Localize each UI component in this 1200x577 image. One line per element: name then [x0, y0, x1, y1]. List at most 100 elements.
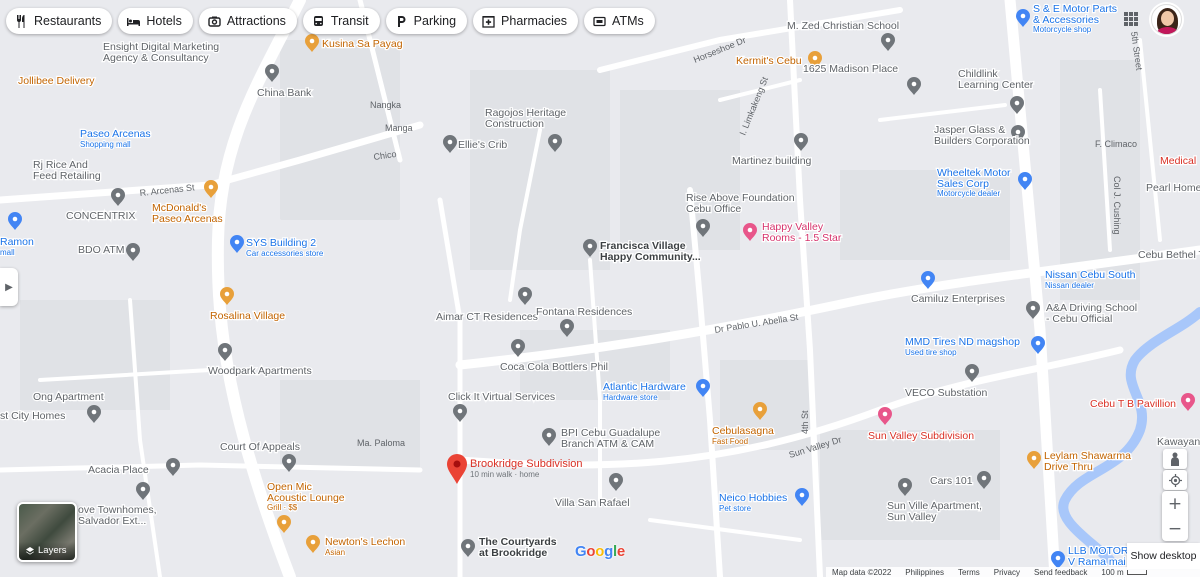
- map-data-credit: Map data ©2022: [832, 567, 892, 577]
- poi-marker[interactable]: Francisca VillageHappy Community...: [583, 239, 702, 264]
- poi-label-line2: at Brookridge: [479, 547, 547, 559]
- poi-label-line2: Sun Valley: [887, 511, 937, 523]
- map-canvas[interactable]: Horseshoe Dr Nangka Manga Chico R. Arcen…: [0, 0, 1200, 577]
- poi-label: M. Zed Christian School: [787, 20, 899, 32]
- poi-label: Ramon: [0, 236, 34, 248]
- category-chips: Restaurants Hotels Attractions Transit P…: [6, 8, 655, 34]
- poi-label: Newton's Lechon: [325, 536, 405, 548]
- chip-atms[interactable]: ATMs: [584, 8, 655, 34]
- poi-glyph: [546, 432, 552, 438]
- poi-label: Neico Hobbies: [719, 492, 787, 504]
- atm-icon: [593, 16, 606, 26]
- poi-label: Villa San Rafael: [555, 497, 630, 509]
- poi-marker[interactable]: Camiluz Enterprises: [910, 292, 1006, 307]
- poi-label: Woodpark Apartments: [208, 365, 312, 377]
- poi-label: Paseo Arcenas: [80, 128, 151, 140]
- terms-link[interactable]: Terms: [958, 568, 980, 577]
- zoom-out-button[interactable]: −: [1162, 516, 1188, 541]
- poi-label: VECO Substation: [905, 387, 987, 399]
- zoom-control: + −: [1162, 491, 1188, 541]
- chip-restaurants[interactable]: Restaurants: [6, 8, 113, 34]
- poi-label: Kawayan: [1157, 436, 1200, 448]
- poi-label: Cebulasagna: [712, 425, 774, 437]
- layers-label: Layers: [38, 545, 67, 556]
- poi-marker[interactable]: Jollibee Delivery: [17, 74, 97, 89]
- chip-transit[interactable]: Transit: [302, 8, 380, 34]
- apps-grid-icon[interactable]: [1124, 12, 1138, 26]
- chip-label: Restaurants: [34, 14, 102, 28]
- poi-category: Grill · $$: [267, 503, 298, 512]
- privacy-link[interactable]: Privacy: [994, 568, 1020, 577]
- chip-hotels[interactable]: Hotels: [118, 8, 193, 34]
- poi-glyph: [1035, 340, 1041, 346]
- google-logo: Google: [575, 543, 625, 560]
- poi-marker[interactable]: Ensight Digital MarketingAgency & Consul…: [102, 40, 221, 66]
- poi-glyph: [1022, 176, 1028, 182]
- poi-label-line2: Construction: [485, 118, 544, 130]
- poi-label: Acacia Place: [88, 464, 149, 476]
- poi-glyph: [799, 492, 805, 498]
- poi-glyph: [222, 347, 228, 353]
- poi-label: Cebu Bethel Temp: [1138, 249, 1200, 261]
- poi-glyph: [269, 68, 275, 74]
- zoom-in-button[interactable]: +: [1162, 491, 1188, 516]
- scale-bar: 100 m: [1101, 568, 1147, 577]
- poi-glyph: [515, 343, 521, 349]
- poi-category: Fast Food: [712, 437, 748, 446]
- poi-label: Atlantic Hardware: [603, 381, 686, 393]
- poi-marker[interactable]: Jasper Glass &Builders Corporation: [933, 123, 1031, 149]
- chip-parking[interactable]: Parking: [385, 8, 468, 34]
- chip-pharmacies[interactable]: Pharmacies: [473, 8, 579, 34]
- poi-glyph: [747, 227, 753, 233]
- poi-glyph: [1014, 100, 1020, 106]
- poi-label: Medical: [1160, 155, 1196, 167]
- poi-glyph: [700, 223, 706, 229]
- poi-glyph: [1030, 305, 1036, 311]
- poi-marker[interactable]: Medical: [1159, 154, 1198, 169]
- expand-side-panel-button[interactable]: ▶: [0, 268, 18, 306]
- poi-label: Jollibee Delivery: [18, 75, 95, 87]
- show-desktop-button[interactable]: Show desktop: [1127, 543, 1200, 569]
- poi-glyph: [91, 409, 97, 415]
- poi-label: Martinez building: [732, 155, 812, 167]
- poi-label-line2: Rooms - 1.5 Star: [762, 232, 842, 244]
- poi-label: Court Of Appeals: [220, 441, 300, 453]
- poi-glyph: [1185, 397, 1191, 403]
- poi-label: Kusina Sa Payag: [322, 38, 403, 50]
- layers-button[interactable]: Layers: [17, 502, 77, 562]
- poi-glyph: [812, 55, 818, 61]
- fork-knife-icon: [16, 14, 25, 28]
- poi-label: Rosalina Village: [210, 310, 285, 322]
- country-label[interactable]: Philippines: [905, 568, 944, 577]
- poi-marker[interactable]: CONCENTRIX: [65, 209, 137, 224]
- poi-label: Ong Apartment: [33, 391, 104, 403]
- bus-icon: [313, 15, 323, 26]
- poi-category: Pet store: [719, 504, 752, 513]
- poi-marker[interactable]: Cebu Bethel Temp: [1137, 248, 1200, 263]
- poi-label-line2: - Cebu Official: [1046, 313, 1112, 325]
- my-location-button[interactable]: [1163, 470, 1187, 490]
- poi-marker[interactable]: Kawayan: [1156, 435, 1200, 450]
- poi-glyph: [902, 482, 908, 488]
- chip-label: Hotels: [146, 14, 182, 28]
- poi-category: Motorcycle shop: [1033, 25, 1092, 34]
- account-avatar[interactable]: [1151, 4, 1182, 35]
- chevron-right-icon: ▶: [5, 281, 13, 293]
- poi-label: Kermit's Cebu: [736, 55, 802, 67]
- chip-attractions[interactable]: Attractions: [198, 8, 297, 34]
- poi-label: MMD Tires ND magshop: [905, 336, 1020, 348]
- poi-label: Ellie's Crib: [458, 139, 507, 151]
- poi-label: st City Homes: [0, 410, 65, 422]
- poi-glyph: [140, 486, 146, 492]
- pegman-button[interactable]: [1163, 449, 1187, 469]
- poi-glyph: [700, 383, 706, 389]
- send-feedback-link[interactable]: Send feedback: [1034, 568, 1087, 577]
- poi-label: SYS Building 2: [246, 237, 316, 249]
- poi-category: mall: [0, 248, 15, 257]
- poi-label-line2: Agency & Consultancy: [103, 52, 209, 64]
- poi-marker[interactable]: Pearl Home: [1145, 181, 1200, 196]
- poi-marker[interactable]: Ong Apartment: [32, 390, 105, 405]
- poi-glyph: [911, 81, 917, 87]
- poi-label-line2: Happy Community...: [600, 251, 701, 263]
- poi-glyph: [170, 462, 176, 468]
